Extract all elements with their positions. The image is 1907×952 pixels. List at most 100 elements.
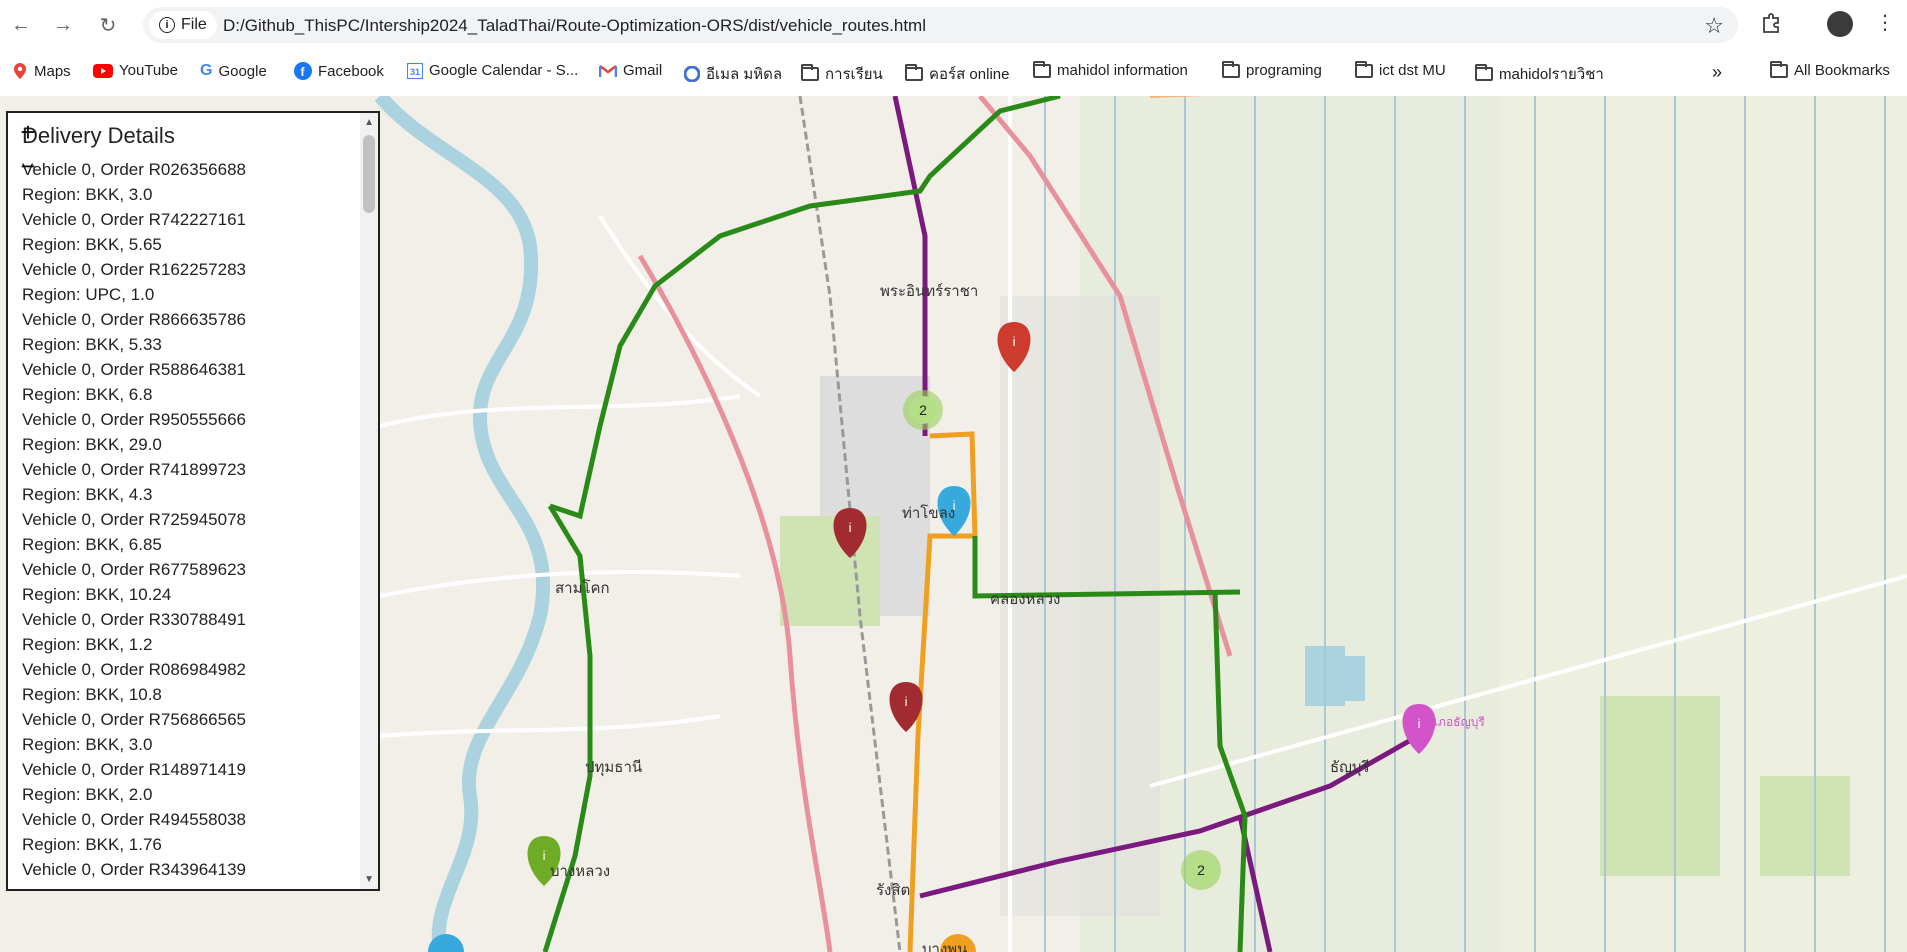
list-item: Region: BKK, 5.33 (22, 335, 162, 354)
list-item: Region: BKK, 2.0 (22, 785, 153, 804)
scroll-thumb[interactable] (363, 135, 375, 213)
bookmark-calendar[interactable]: 31 Google Calendar - S... (407, 62, 578, 79)
place-label: สามโคก (555, 579, 610, 597)
zoom-out-button[interactable]: − (8, 149, 48, 183)
bookmark-google[interactable]: G Google (200, 62, 267, 80)
bookmark-folder-mahidol-info[interactable]: mahidol information (1033, 60, 1188, 79)
bookmark-mahidol-mail[interactable]: อีเมล มหิดล (684, 62, 782, 86)
google-icon: G (200, 62, 213, 79)
list-item: Vehicle 0, Order R162257283 (22, 260, 246, 279)
bookmark-youtube[interactable]: YouTube (93, 62, 178, 79)
cluster-count: 2 (1197, 862, 1205, 878)
place-label: คลองหลวง (990, 591, 1060, 608)
svg-text:31: 31 (410, 67, 420, 77)
place-label: ท่าโขลง (902, 504, 955, 522)
list-item: Vehicle 0, Order R742227161 (22, 210, 246, 229)
info-icon: i (543, 848, 546, 863)
bookmark-facebook[interactable]: f Facebook (294, 62, 384, 80)
maps-icon (14, 63, 26, 79)
address-bar[interactable]: i File D:/Github_ThisPC/Intership2024_Ta… (143, 7, 1738, 43)
bookmark-folder-courses[interactable]: คอร์ส online (905, 62, 1009, 86)
site-info-chip[interactable]: i File (149, 11, 217, 39)
list-item: Region: BKK, 5.65 (22, 235, 162, 254)
list-item: Vehicle 0, Order R026356688 (22, 160, 246, 179)
list-item: Vehicle 0, Order R330788491 (22, 610, 246, 629)
delivery-details-panel[interactable]: Delivery Details Vehicle 0, Order R02635… (6, 111, 380, 891)
bookmarks-bar: Maps YouTube G Google f Facebook 31 Goog… (0, 58, 1907, 86)
folder-icon (1033, 60, 1051, 78)
reload-icon[interactable]: ↻ (95, 12, 121, 38)
cluster-marker[interactable]: 2 (903, 390, 943, 430)
cluster-marker[interactable]: 2 (1181, 850, 1221, 890)
list-item: Region: BKK, 3.0 (22, 735, 153, 754)
bookmark-star-icon[interactable]: ☆ (1704, 13, 1724, 39)
list-item: Region: BKK, 1.76 (22, 835, 162, 854)
scroll-down-icon[interactable]: ▼ (364, 874, 374, 885)
browser-chrome: ← → ↻ i File D:/Github_ThisPC/Intership2… (0, 0, 1907, 96)
list-item: Vehicle 0, Order R756866565 (22, 710, 246, 729)
scroll-up-icon[interactable]: ▲ (364, 117, 374, 128)
list-item: Region: UPC, 1.0 (22, 285, 155, 304)
back-icon[interactable]: ← (8, 12, 34, 38)
delivery-list: Vehicle 0, Order R026356688 Region: BKK,… (22, 157, 246, 882)
folder-icon (905, 64, 923, 81)
cluster-count: 2 (919, 402, 927, 418)
list-item: Region: BKK, 10.24 (22, 585, 172, 604)
folder-icon (1770, 60, 1788, 78)
list-item: Vehicle 0, Order R725945078 (22, 510, 246, 529)
gmail-icon (599, 64, 617, 77)
list-item: Vehicle 0, Order R588646381 (22, 360, 246, 379)
list-item: Region: BKK, 6.85 (22, 535, 162, 554)
list-item: Vehicle 0, Order R343964139 (22, 860, 246, 879)
folder-icon (1355, 60, 1373, 78)
place-label: พระอินทร์ราชา (880, 283, 978, 300)
calendar-icon: 31 (407, 62, 423, 79)
all-bookmarks-button[interactable]: All Bookmarks (1770, 60, 1890, 79)
profile-avatar[interactable] (1827, 11, 1853, 37)
bookmark-folder-programing[interactable]: programing (1222, 60, 1322, 79)
info-icon: i (159, 17, 175, 33)
url-text[interactable]: D:/Github_ThisPC/Intership2024_TaladThai… (223, 16, 926, 36)
place-label: บางหลวง (550, 863, 610, 880)
file-label: File (181, 16, 207, 33)
bookmark-folder-ict[interactable]: ict dst MU (1355, 60, 1446, 79)
list-item: Region: BKK, 4.3 (22, 485, 153, 504)
info-icon: i (849, 520, 852, 535)
forward-icon[interactable]: → (50, 12, 76, 38)
zoom-control: + − (8, 115, 48, 187)
bookmark-folder-study[interactable]: การเรียน (801, 62, 883, 86)
facebook-icon: f (294, 62, 312, 80)
list-item: Region: BKK, 1.2 (22, 635, 153, 654)
zoom-in-button[interactable]: + (8, 115, 48, 149)
place-label: ธัญบุรี (1330, 759, 1370, 777)
place-label: ปทุมธานี (585, 759, 642, 777)
list-item: Vehicle 0, Order R494558038 (22, 810, 246, 829)
bookmark-gmail[interactable]: Gmail (599, 62, 662, 79)
mahidol-mail-icon (684, 66, 700, 82)
browser-toolbar: ← → ↻ i File D:/Github_ThisPC/Intership2… (0, 0, 1907, 50)
bookmark-folder-mahidol-courses[interactable]: mahidolรายวิชา (1475, 62, 1604, 86)
menu-icon[interactable]: ⋮ (1875, 10, 1895, 35)
list-item: Vehicle 0, Order R677589623 (22, 560, 246, 579)
youtube-icon (93, 63, 113, 78)
list-item: Vehicle 0, Order R148971419 (22, 760, 246, 779)
place-label: รังสิต (876, 882, 910, 899)
bookmarks-overflow-button[interactable]: » (1712, 62, 1722, 83)
panel-scrollbar[interactable]: ▲ ▼ (360, 113, 378, 889)
place-label: อำเภอธัญบุรี (1420, 715, 1485, 730)
folder-icon (1475, 64, 1493, 81)
folder-icon (801, 64, 819, 81)
list-item: Vehicle 0, Order R741899723 (22, 460, 246, 479)
list-item: Region: BKK, 6.8 (22, 385, 153, 404)
place-label: บางพูน (922, 941, 967, 952)
list-item: Vehicle 0, Order R866635786 (22, 310, 246, 329)
info-icon: i (905, 694, 908, 709)
list-item: Region: BKK, 29.0 (22, 435, 162, 454)
bookmark-maps[interactable]: Maps (12, 62, 71, 80)
extensions-icon[interactable] (1760, 12, 1782, 34)
list-item: Region: BKK, 10.8 (22, 685, 162, 704)
list-item: Vehicle 0, Order R950555666 (22, 410, 246, 429)
list-item: Region: BKK, 3.0 (22, 185, 153, 204)
folder-icon (1222, 60, 1240, 78)
list-item: Vehicle 0, Order R086984982 (22, 660, 246, 679)
